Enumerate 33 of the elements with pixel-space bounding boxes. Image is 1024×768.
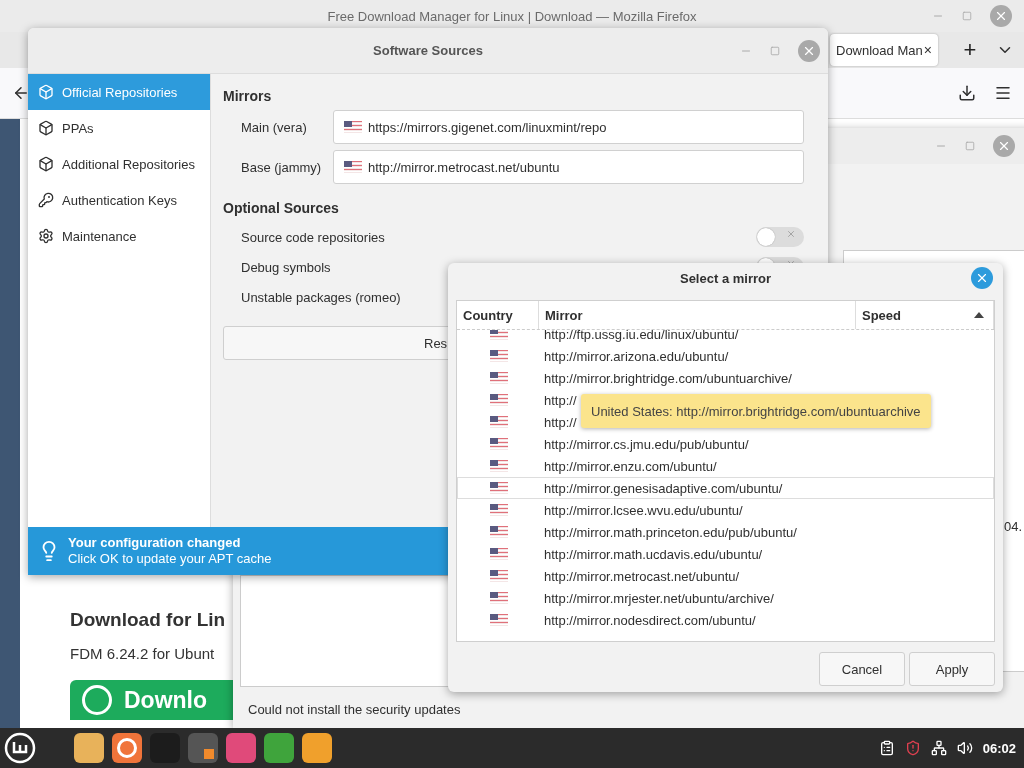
option-label: Unstable packages (romeo)	[241, 289, 401, 305]
section-heading: Mirrors	[223, 88, 273, 104]
mirror-url: http://mirror.lcsee.wvu.edu/ubuntu/	[543, 502, 743, 518]
mirror-url: http://mirror.cs.jmu.edu/pub/ubuntu/	[543, 436, 749, 452]
mirror-url: http://ftp.ussg.iu.edu/linux/ubuntu/	[543, 330, 739, 342]
mirror-url: http://mirror.math.princeton.edu/pub/ubuntu/	[543, 524, 797, 540]
field-label: Main (vera)	[241, 119, 308, 135]
mirror-url: http://	[543, 414, 577, 430]
field-label: Base (jammy)	[241, 159, 323, 175]
mirror-url: http://mirror.mrjester.net/ubuntu/archive/	[543, 590, 774, 606]
clock: 06:02	[982, 740, 1016, 756]
mirror-url: http://mirror.genesisadaptive.com/ubuntu/	[543, 480, 783, 496]
window-title: Free Download Manager for Linux | Download — Mozilla Firefox	[327, 8, 697, 24]
info-message: Click OK to update your APT cache	[68, 551, 272, 567]
mirror-url: http://	[543, 392, 577, 408]
mirror-url: http://mirror.metrocast.net/ubuntu/	[543, 568, 740, 584]
page-heading: Download for Lin	[70, 609, 226, 631]
section-heading: Optional Sources	[223, 200, 340, 216]
status-text: Could not install the security updates	[248, 702, 461, 717]
dialog-title: Select a mirror	[679, 270, 771, 286]
info-title: Your configuration changed	[68, 535, 242, 551]
table-cell: 04.	[1004, 519, 1023, 534]
mirror-url: http://mirror.enzu.com/ubuntu/	[543, 458, 717, 474]
page-subtitle: FDM 6.24.2 for Ubunt	[70, 645, 215, 662]
option-label: Debug symbols	[241, 259, 331, 275]
mirror-url: http://mirror.math.ucdavis.edu/ubuntu/	[543, 546, 763, 562]
mirror-url: http://mirror.nodesdirect.com/ubuntu/	[543, 612, 756, 628]
tooltip: United States: http://mirror.brightridge.com/ubuntuarchive	[581, 394, 931, 428]
window-title: Software Sources	[373, 43, 483, 58]
tab-label: Download Man	[836, 42, 923, 58]
mirror-url: http://mirror.arizona.edu/ubuntu/	[543, 348, 729, 364]
mirror-url: http://mirror.brightridge.com/ubuntuarchive/	[543, 370, 792, 386]
option-label: Source code repositories	[241, 229, 385, 245]
